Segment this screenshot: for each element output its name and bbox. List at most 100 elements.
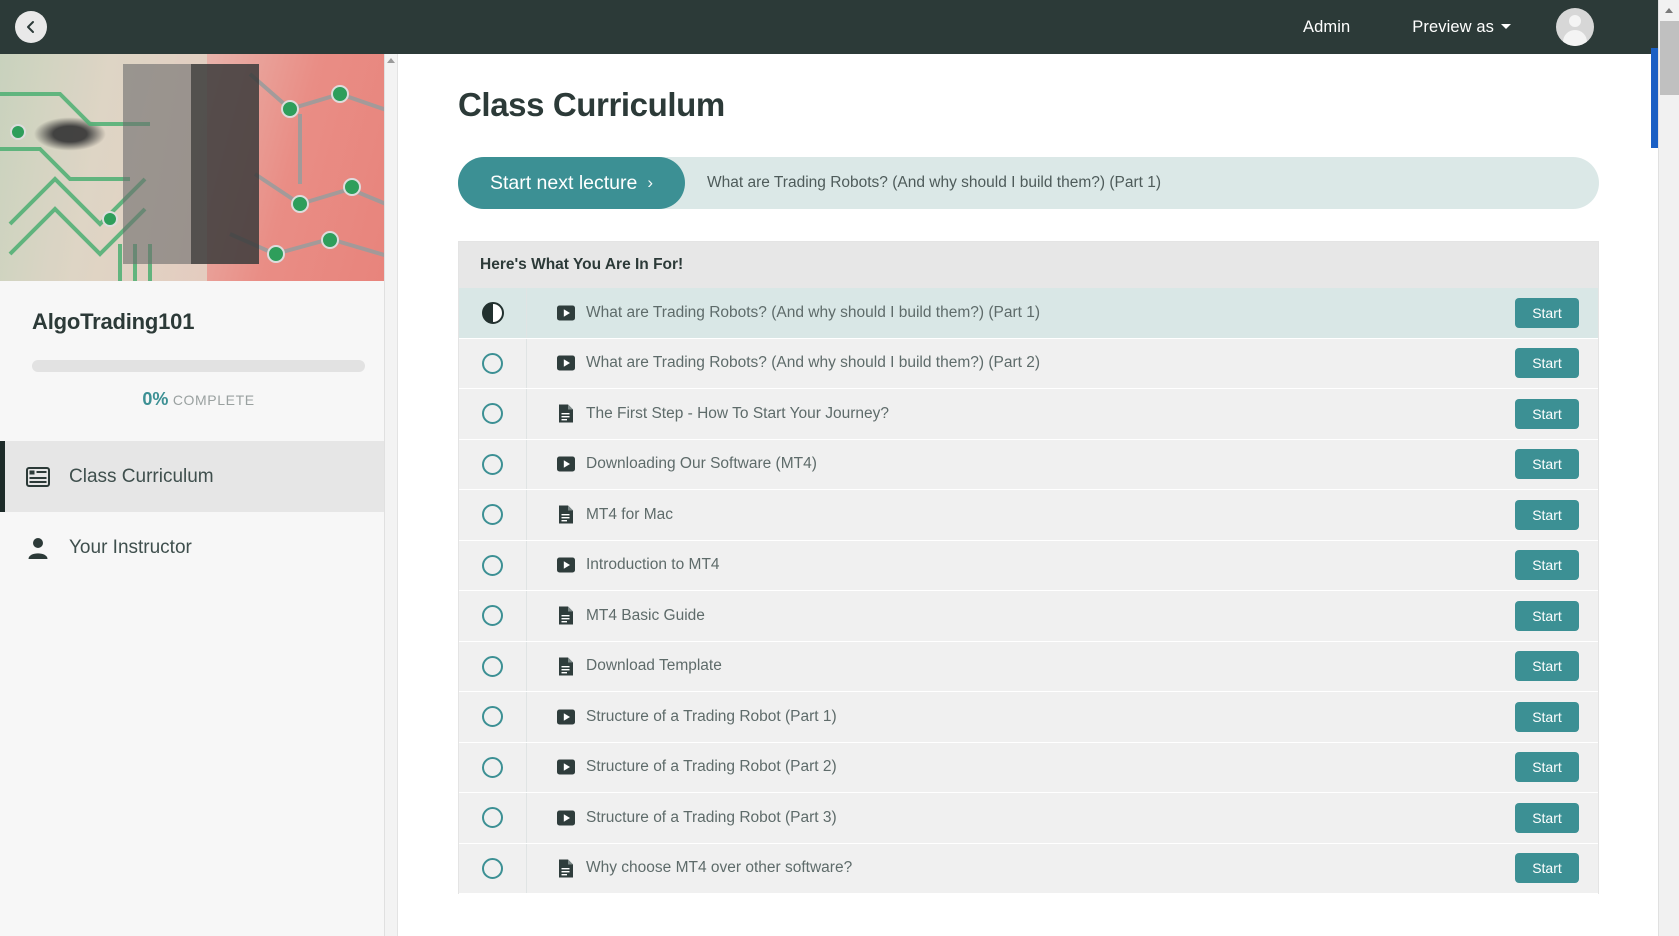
progress-percent: 0% [142, 389, 169, 409]
lecture-status-toggle[interactable] [459, 793, 527, 843]
start-next-lecture-button[interactable]: Start next lecture › [458, 157, 685, 209]
video-icon [556, 455, 575, 474]
list-icon [23, 466, 53, 487]
lecture-link[interactable]: Introduction to MT4 [527, 556, 1515, 575]
lecture-status-toggle[interactable] [459, 591, 527, 641]
table-row[interactable]: MT4 Basic Guide Start [459, 591, 1598, 642]
table-row[interactable]: What are Trading Robots? (And why should… [459, 338, 1598, 389]
lecture-link[interactable]: Downloading Our Software (MT4) [527, 455, 1515, 474]
lecture-action-cell: Start [1515, 600, 1598, 631]
start-button[interactable]: Start [1515, 297, 1579, 328]
admin-link[interactable]: Admin [1272, 0, 1381, 54]
lecture-status-toggle[interactable] [459, 389, 527, 439]
page-scroll-indicator[interactable] [1651, 48, 1658, 148]
progress-complete-text: COMPLETE [172, 392, 255, 408]
empty-circle-icon [482, 554, 503, 576]
scrollbar-thumb[interactable] [1660, 21, 1679, 95]
lecture-link[interactable]: Structure of a Trading Robot (Part 1) [527, 707, 1515, 726]
lecture-action-cell: Start [1515, 348, 1598, 379]
empty-circle-icon [482, 605, 503, 627]
start-button[interactable]: Start [1515, 853, 1579, 884]
scroll-up-arrow-icon[interactable] [387, 58, 395, 63]
window-scrollbar[interactable] [1658, 0, 1679, 936]
lecture-status-toggle[interactable] [459, 843, 527, 893]
page-title: Class Curriculum [458, 86, 725, 123]
table-row[interactable]: Why choose MT4 over other software? Start [459, 843, 1598, 894]
empty-circle-icon [482, 807, 503, 829]
start-button[interactable]: Start [1515, 499, 1579, 530]
sidebar-item-label: Your Instructor [69, 536, 192, 558]
start-button[interactable]: Start [1515, 600, 1579, 631]
table-row[interactable]: Downloading Our Software (MT4) Start [459, 439, 1598, 490]
lecture-link[interactable]: MT4 for Mac [527, 505, 1515, 524]
lecture-status-toggle[interactable] [459, 641, 527, 691]
lecture-status-toggle[interactable] [459, 540, 527, 590]
main-content: Class Curriculum Start next lecture › Wh… [399, 54, 1658, 936]
start-button[interactable]: Start [1515, 651, 1579, 682]
lecture-link[interactable]: Download Template [527, 657, 1515, 676]
empty-circle-icon [482, 857, 503, 879]
lecture-link[interactable]: MT4 Basic Guide [527, 606, 1515, 625]
start-button[interactable]: Start [1515, 802, 1579, 833]
document-icon [556, 606, 575, 625]
lecture-action-cell: Start [1515, 651, 1598, 682]
chevron-down-icon [1501, 24, 1511, 30]
lecture-list: What are Trading Robots? (And why should… [459, 288, 1598, 894]
lecture-status-toggle[interactable] [459, 742, 527, 792]
chevron-left-icon [27, 21, 34, 33]
lecture-title: Introduction to MT4 [586, 556, 720, 574]
lecture-title: Structure of a Trading Robot (Part 2) [586, 758, 837, 776]
lecture-link[interactable]: Why choose MT4 over other software? [527, 859, 1515, 878]
section-title: Here's What You Are In For! [459, 242, 1598, 288]
lecture-action-cell: Start [1515, 449, 1598, 480]
lecture-title: Download Template [586, 657, 722, 675]
table-row[interactable]: Introduction to MT4 Start [459, 540, 1598, 591]
lecture-status-toggle[interactable] [459, 490, 527, 540]
lecture-action-cell: Start [1515, 550, 1598, 581]
lecture-link[interactable]: What are Trading Robots? (And why should… [527, 354, 1515, 373]
start-next-lecture-label: Start next lecture [489, 171, 638, 194]
start-button[interactable]: Start [1515, 550, 1579, 581]
start-button[interactable]: Start [1515, 752, 1579, 783]
table-row[interactable]: What are Trading Robots? (And why should… [459, 288, 1598, 339]
video-icon [556, 758, 575, 777]
sidebar-item-your-instructor[interactable]: Your Instructor [0, 512, 397, 583]
chevron-right-icon: › [647, 173, 654, 192]
lecture-status-toggle[interactable] [459, 439, 527, 489]
lecture-action-cell: Start [1515, 297, 1598, 328]
lecture-link[interactable]: Structure of a Trading Robot (Part 3) [527, 808, 1515, 827]
document-icon [556, 859, 575, 878]
preview-as-dropdown[interactable]: Preview as [1381, 0, 1542, 54]
scrollbar-up-arrow-icon[interactable] [1659, 0, 1679, 20]
lecture-title: The First Step - How To Start Your Journ… [586, 404, 889, 422]
back-button[interactable] [15, 11, 47, 43]
lecture-title: What are Trading Robots? (And why should… [586, 303, 1041, 321]
empty-circle-icon [482, 352, 503, 374]
sidebar-item-class-curriculum[interactable]: Class Curriculum [0, 441, 397, 512]
avatar[interactable] [1556, 8, 1594, 46]
table-row[interactable]: Structure of a Trading Robot (Part 1) Sta… [459, 692, 1598, 743]
start-button[interactable]: Start [1515, 348, 1579, 379]
table-row[interactable]: Structure of a Trading Robot (Part 3) Sta… [459, 793, 1598, 844]
start-button[interactable]: Start [1515, 449, 1579, 480]
video-icon [556, 354, 575, 373]
lecture-action-cell: Start [1515, 398, 1598, 429]
table-row[interactable]: Structure of a Trading Robot (Part 2) Sta… [459, 742, 1598, 793]
lecture-title: Why choose MT4 over other software? [586, 859, 853, 877]
start-button[interactable]: Start [1515, 398, 1579, 429]
lecture-status-toggle[interactable] [459, 338, 527, 388]
table-row[interactable]: MT4 for Mac Start [459, 490, 1598, 541]
lecture-status-toggle[interactable] [459, 288, 527, 338]
document-icon [556, 404, 575, 423]
table-row[interactable]: Download Template Start [459, 641, 1598, 692]
lecture-link[interactable]: The First Step - How To Start Your Journ… [527, 404, 1515, 423]
lecture-link[interactable]: What are Trading Robots? (And why should… [527, 303, 1515, 322]
table-row[interactable]: The First Step - How To Start Your Journ… [459, 389, 1598, 440]
lecture-link[interactable]: Structure of a Trading Robot (Part 2) [527, 758, 1515, 777]
lecture-status-toggle[interactable] [459, 692, 527, 742]
start-button[interactable]: Start [1515, 701, 1579, 732]
person-icon [23, 537, 53, 559]
sidebar-scrollbar[interactable] [384, 54, 397, 936]
app-root: Admin Preview as AlgoTrading101 0% COMPL… [0, 0, 1679, 936]
half-circle-icon [481, 301, 504, 324]
